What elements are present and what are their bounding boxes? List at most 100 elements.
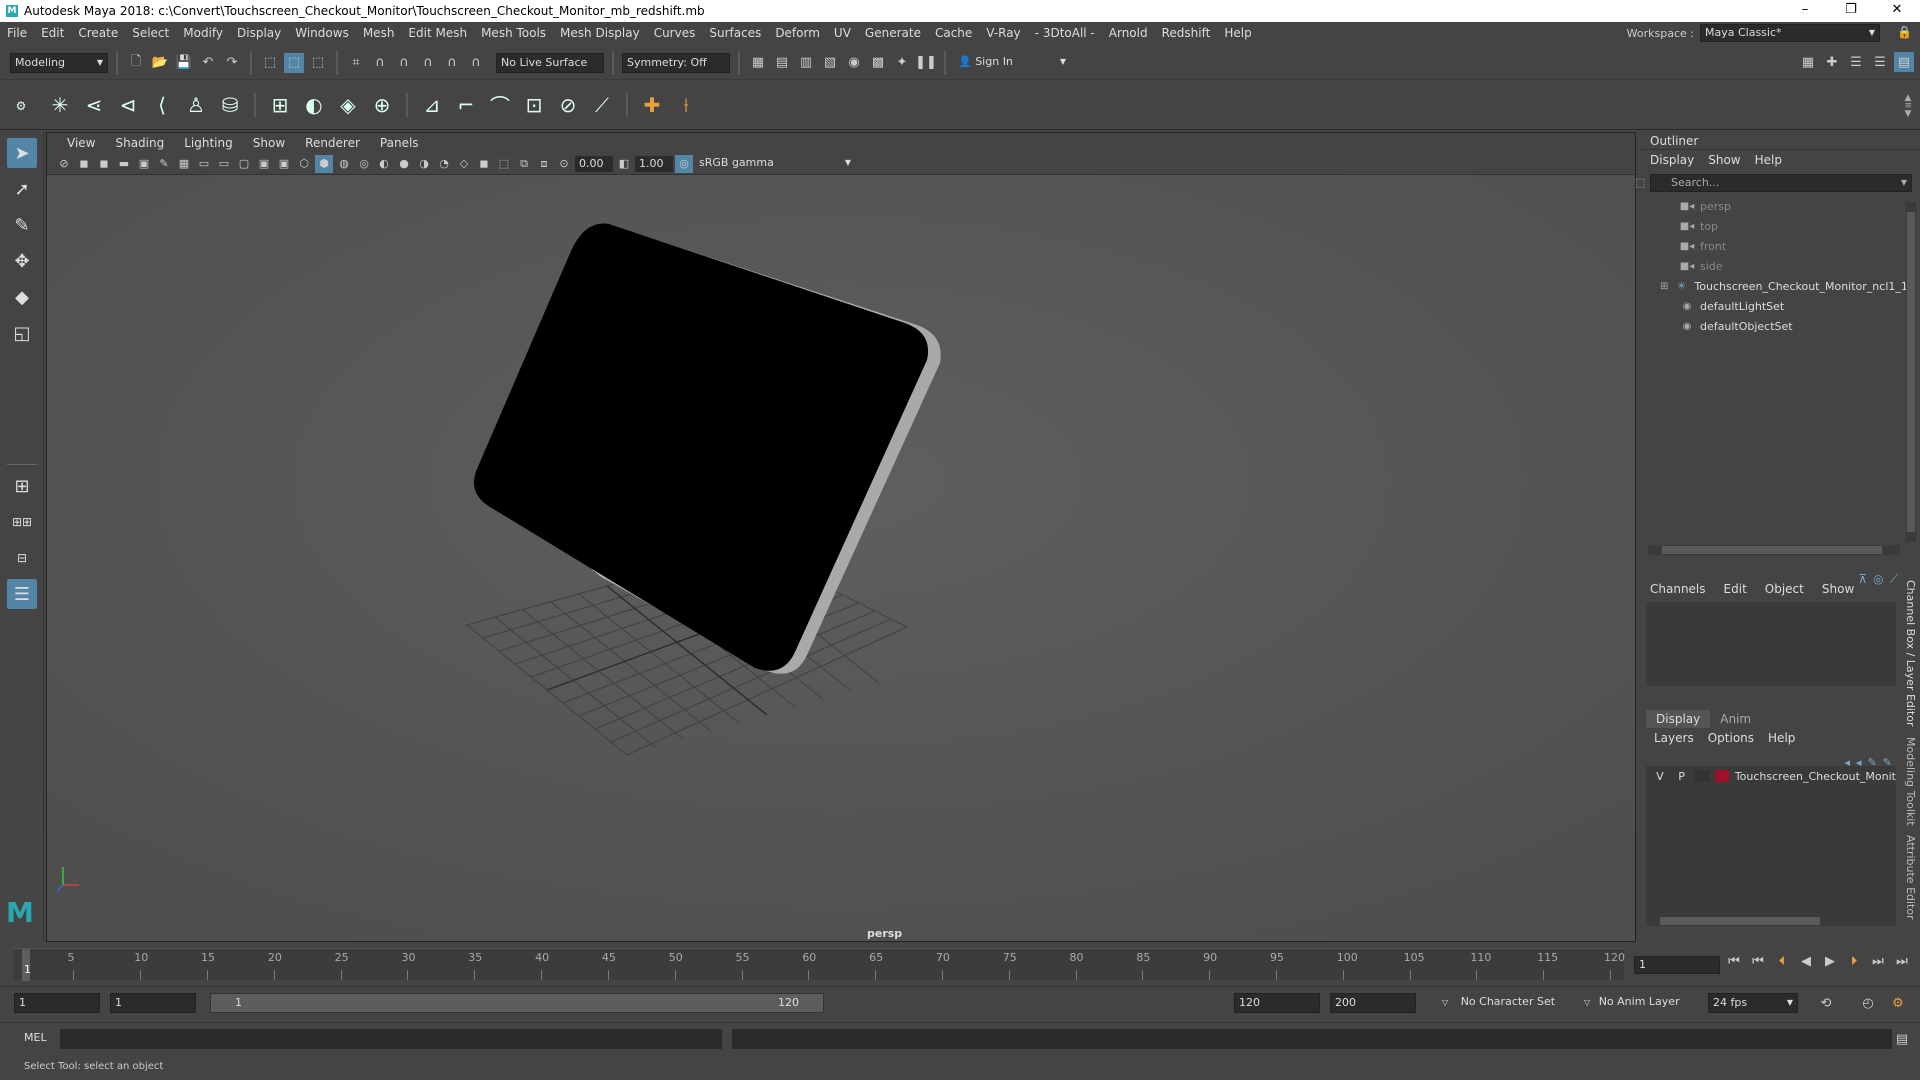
wireframe-icon[interactable]: ⬡ xyxy=(295,155,313,173)
timeline-bar[interactable]: 1 5 10 15 20 25 30 35 40 45 50 55 60 65 70 75 80 85 90 95 1… xyxy=(14,948,1625,981)
rotate-tool-icon[interactable]: ◆ xyxy=(7,282,37,312)
play-forward-icon[interactable]: ▶ xyxy=(1820,954,1840,969)
tab-anim[interactable]: Anim xyxy=(1710,710,1761,728)
poly-cone-icon[interactable]: ⟨ xyxy=(148,91,176,119)
layer-color-swatch[interactable] xyxy=(1715,770,1729,782)
tool-settings-icon[interactable]: ⟋ xyxy=(1890,572,1898,587)
menu-help[interactable]: Help xyxy=(1217,26,1258,40)
hud-icon[interactable]: ⧉ xyxy=(515,155,533,173)
bridge-icon[interactable]: ⌒ xyxy=(486,91,514,119)
outliner-item[interactable]: ◉ defaultObjectSet xyxy=(1640,316,1920,336)
mirror-icon[interactable]: ⊕ xyxy=(368,91,396,119)
anim-prefs-icon[interactable]: ⚙ xyxy=(1888,993,1908,1013)
two-pane-layout-icon[interactable]: ⊟ xyxy=(7,543,37,573)
hypershade-icon[interactable]: ◉ xyxy=(844,53,864,73)
layer-name[interactable]: Touchscreen_Checkout_Monit xyxy=(1735,770,1896,783)
attribute-editor-icon[interactable]: ☰ xyxy=(1846,52,1866,72)
vp-menu-show[interactable]: Show xyxy=(243,136,295,150)
snap-point-icon[interactable]: ∩ xyxy=(394,53,414,73)
modeling-toolkit-icon[interactable]: ▦ xyxy=(1798,52,1818,72)
pause-viewport-icon[interactable]: ❚❚ xyxy=(915,53,937,73)
gear-icon[interactable]: ⚙ xyxy=(12,92,30,120)
vp-menu-renderer[interactable]: Renderer xyxy=(295,136,370,150)
playback-toggle[interactable]: P xyxy=(1674,770,1690,783)
mel-label[interactable]: MEL xyxy=(24,1031,47,1044)
four-view-layout-icon[interactable]: ⊞⊞ xyxy=(7,507,37,537)
menu-file[interactable]: File xyxy=(0,26,34,40)
script-editor-icon[interactable]: ▤ xyxy=(1892,1029,1912,1049)
tool-settings-icon[interactable]: ☰ xyxy=(1870,52,1890,72)
end-time-field[interactable]: 200 xyxy=(1330,993,1416,1013)
outliner-item[interactable]: ■◂ front xyxy=(1640,236,1920,256)
current-frame-field[interactable]: 1 xyxy=(1634,956,1720,974)
motion-blur-icon[interactable]: ◇ xyxy=(455,155,473,173)
select-object-icon[interactable]: ⬚ xyxy=(284,52,304,73)
shelf-scroll-icon[interactable]: ▲ ≡ ▼ xyxy=(1904,94,1912,119)
render-setup-icon[interactable]: ▩ xyxy=(868,53,888,73)
lights-icon[interactable]: ◎ xyxy=(355,155,373,173)
poly-cylinder-icon[interactable]: ⊲ xyxy=(114,91,142,119)
human-ik-icon[interactable]: ✚ xyxy=(1822,52,1842,72)
menu-generate[interactable]: Generate xyxy=(858,26,928,40)
ipr-render-icon[interactable]: ▥ xyxy=(796,53,816,73)
outliner-menu-display[interactable]: Display xyxy=(1650,150,1694,170)
menu-uv[interactable]: UV xyxy=(827,26,858,40)
layer-type-box[interactable] xyxy=(1695,770,1710,782)
channel-box-area[interactable] xyxy=(1646,602,1896,686)
cb-menu-channels[interactable]: Channels xyxy=(1650,582,1706,596)
outliner-item[interactable]: ■◂ side xyxy=(1640,256,1920,276)
scroll-thumb[interactable] xyxy=(1662,546,1882,554)
symmetry-dropdown[interactable]: Symmetry: Off xyxy=(622,52,730,73)
play-backward-icon[interactable]: ◀ xyxy=(1796,954,1816,969)
go-to-end-icon[interactable]: ⏭ xyxy=(1892,954,1912,969)
playback-start-field[interactable]: 1 xyxy=(110,993,196,1013)
multi-cut-icon[interactable]: ⊘ xyxy=(554,91,582,119)
channel-box-icon[interactable]: ⊼ xyxy=(1858,572,1867,587)
bookmark-icon[interactable]: ◼ xyxy=(95,155,113,173)
outliner-item[interactable]: ⊞ ✳ Touchscreen_Checkout_Monitor_ncl1_1 xyxy=(1640,276,1920,296)
menu-create[interactable]: Create xyxy=(71,26,125,40)
go-to-start-icon[interactable]: ⏮ xyxy=(1724,954,1744,969)
separate-icon[interactable]: ◐ xyxy=(300,91,328,119)
cb-menu-object[interactable]: Object xyxy=(1765,582,1804,596)
gate-mask-icon[interactable]: ▢ xyxy=(235,155,253,173)
vp-menu-view[interactable]: View xyxy=(57,136,105,150)
snap-curve-icon[interactable]: ∩ xyxy=(370,53,390,73)
sign-in-button[interactable]: 👤 Sign In ▼ xyxy=(954,52,1070,73)
attribute-icon[interactable]: ◎ xyxy=(1873,572,1883,587)
anti-alias-icon[interactable]: ◼ xyxy=(475,155,493,173)
channel-box-icon[interactable]: ▤ xyxy=(1894,52,1914,72)
menu-cache[interactable]: Cache xyxy=(928,26,979,40)
2d-pan-icon[interactable]: ▣ xyxy=(135,155,153,173)
ambient-occlusion-icon[interactable]: ◔ xyxy=(435,155,453,173)
move-tool-icon[interactable]: ✥ xyxy=(7,246,37,276)
safe-action-icon[interactable]: ▣ xyxy=(275,155,293,173)
color-management-icon[interactable]: ◎ xyxy=(675,154,693,173)
layer-hscrollbar[interactable] xyxy=(1646,916,1896,926)
save-scene-icon[interactable]: 💾 xyxy=(174,53,194,73)
outliner-menu-show[interactable]: Show xyxy=(1708,150,1740,170)
outliner-item[interactable]: ■◂ top xyxy=(1640,216,1920,236)
outliner-hscrollbar[interactable] xyxy=(1648,545,1900,555)
smooth-icon[interactable]: ◈ xyxy=(334,91,362,119)
snap-view-icon[interactable]: ∩ xyxy=(418,53,438,73)
start-time-field[interactable]: 1 xyxy=(14,993,100,1013)
workspace-dropdown[interactable]: Maya Classic* ▼ xyxy=(1700,24,1880,42)
step-back-frame-icon[interactable]: ⏴ xyxy=(1772,954,1792,969)
image-plane-icon[interactable]: ▬ xyxy=(115,155,133,173)
field-chart-icon[interactable]: ▣ xyxy=(255,155,273,173)
menu-surfaces[interactable]: Surfaces xyxy=(702,26,768,40)
color-space-dropdown[interactable]: sRGB gamma ▼ xyxy=(695,155,855,172)
outliner-layout-icon[interactable]: ☰ xyxy=(7,579,37,609)
poly-torus-icon[interactable]: ♙ xyxy=(182,91,210,119)
menu-mesh-display[interactable]: Mesh Display xyxy=(553,26,647,40)
layer-menu-layers[interactable]: Layers xyxy=(1654,728,1694,748)
isolate-select-icon[interactable]: ● xyxy=(395,155,413,173)
camera-select-icon[interactable]: ⊘ xyxy=(55,155,73,173)
menu-modify[interactable]: Modify xyxy=(176,26,230,40)
playback-end-field[interactable]: 120 xyxy=(1234,993,1320,1013)
exposure-field[interactable]: 0.00 xyxy=(575,155,613,172)
menu-edit-mesh[interactable]: Edit Mesh xyxy=(401,26,474,40)
cb-menu-edit[interactable]: Edit xyxy=(1724,582,1747,596)
layer-menu-help[interactable]: Help xyxy=(1768,728,1795,748)
